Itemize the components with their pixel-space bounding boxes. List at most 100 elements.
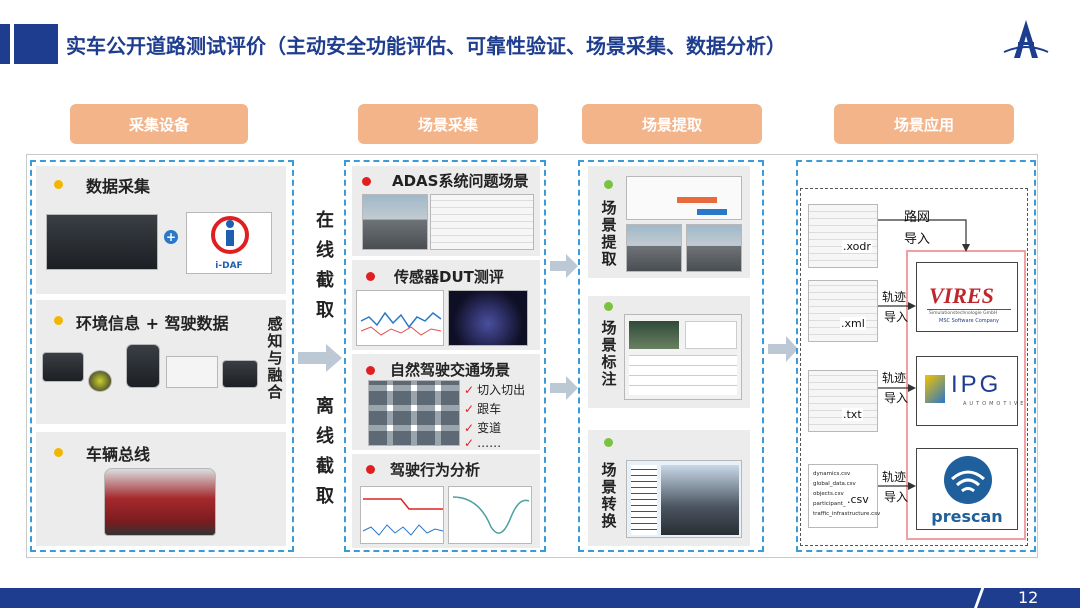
prescan-logo: prescan [931, 507, 1003, 526]
scene-extract-vertical-label: 场景提取 [601, 199, 617, 268]
page-number: 12 [1018, 588, 1039, 607]
driving-behavior-title: 驾驶行为分析 [390, 461, 481, 479]
bullet-dot [362, 177, 371, 186]
behavior-curve-plot [452, 496, 530, 534]
behavior-plot-left [360, 486, 444, 544]
csv-file-item: global_data.csv [813, 481, 856, 487]
arrow-right-icon [550, 254, 578, 278]
bullet-dot [54, 316, 63, 325]
annotate-video [629, 321, 679, 349]
test-vehicle-image [104, 468, 216, 536]
bullet-dot [366, 366, 375, 375]
vehicle-bus-title: 车辆总线 [86, 445, 151, 464]
sensor-box-image [222, 360, 258, 388]
bullet-dot [54, 180, 63, 189]
check-item-label: …… [477, 436, 502, 450]
plus-icon: + [164, 230, 178, 244]
idaf-i-icon [211, 216, 249, 254]
vires-tag-text: MSC Software Company [939, 318, 999, 324]
annotate-plot [685, 321, 737, 349]
adas-scene-title: ADAS系统问题场景 [392, 172, 529, 190]
perception-fusion-vertical-label: 感知与融合 [267, 315, 283, 401]
online-capture-vertical-label: 在线截取 [316, 210, 334, 321]
check-item-label: 跟车 [477, 402, 502, 416]
vires-sub-text: Simulationstechnologie GmbH [929, 311, 998, 316]
trajectory-import-label: 导入 [884, 310, 909, 324]
institute-logo [1003, 20, 1049, 58]
trajectory-import-label: 导入 [884, 391, 909, 405]
convert-3d-view [661, 465, 739, 535]
behavior-line-plot [362, 498, 444, 536]
check-item-cut-in-out: ✓ 切入切出 [464, 383, 526, 397]
environment-driving-title: 环境信息 + 驾驶数据 [76, 314, 229, 333]
extract-front-camera [626, 224, 682, 272]
stage-label-scene-extraction: 场景提取 [582, 104, 762, 144]
ipg-logo-box: IPG AUTOMOTIVE [916, 356, 1023, 426]
check-item-label: 变道 [477, 421, 502, 435]
check-item-follow: ✓ 跟车 [464, 402, 502, 416]
idaf-logo: i-DAF [186, 212, 272, 274]
xml-file-label: .xml [840, 317, 866, 330]
data-logger-image [46, 214, 158, 270]
bullet-dot [366, 465, 375, 474]
behavior-plot-right [448, 486, 532, 544]
bullet-dot [604, 438, 613, 447]
extract-rear-camera [686, 224, 742, 272]
bullet-dot [604, 302, 613, 311]
check-item-lane-change: ✓ 变道 [464, 421, 502, 435]
arrow-right-icon [550, 376, 578, 400]
natural-driving-title: 自然驾驶交通场景 [390, 361, 511, 379]
bullet-dot [366, 272, 375, 281]
road-network-label: 路网 [904, 210, 931, 225]
stage-label-scene-collection: 场景采集 [358, 104, 538, 144]
prescan-logo-box: prescan [916, 448, 1018, 530]
trajectory-import-label: 导入 [884, 490, 909, 504]
sensor-noise-plot [360, 311, 442, 336]
xml-file-stack [808, 280, 878, 342]
scene-convert-vertical-label: 场景转换 [601, 461, 617, 530]
camera-module-image [166, 356, 218, 388]
ipg-logo: IPG [951, 371, 1002, 398]
bullet-dot [54, 448, 63, 457]
data-acquisition-title: 数据采集 [86, 177, 151, 196]
radar-unit-image [42, 352, 84, 382]
sensor-dut-title: 传感器DUT测评 [394, 268, 504, 286]
annotate-software-ui [624, 314, 742, 400]
ui-bar [677, 197, 717, 203]
xodr-file-label: .xodr [842, 240, 872, 253]
csv-file-label: .csv [846, 493, 870, 506]
gnss-antenna-image [88, 370, 112, 392]
lidar-image [126, 344, 160, 388]
scene-thumbnails-grid [368, 380, 460, 446]
arrow-right-icon [768, 336, 798, 362]
trajectory-label: 轨迹 [882, 371, 907, 385]
annotate-table [629, 355, 737, 395]
scene-annotate-vertical-label: 场景标注 [601, 319, 617, 388]
vires-logo: VIRES [929, 283, 994, 308]
csv-file-item: traffic_infrastructure.csv [813, 511, 881, 517]
adas-result-table-image [430, 194, 534, 250]
check-item-label: 切入切出 [477, 383, 526, 397]
footer-bar [0, 588, 1080, 608]
stage-label-collection-equipment: 采集设备 [70, 104, 248, 144]
vires-logo-box: VIRES Simulationstechnologie GmbH MSC So… [916, 262, 1018, 332]
header-accent-block [14, 24, 58, 64]
convert-software-ui [626, 460, 742, 538]
txt-file-label: .txt [842, 408, 863, 421]
txt-file-stack [808, 370, 878, 432]
trajectory-label: 轨迹 [882, 470, 907, 484]
convert-list [631, 465, 657, 535]
csv-file-item: dynamics.csv [813, 471, 851, 477]
trajectory-label: 轨迹 [882, 290, 907, 304]
ipg-mark-icon [925, 375, 945, 403]
offline-capture-vertical-label: 离线截取 [316, 396, 334, 507]
extract-software-ui [626, 176, 742, 220]
check-item-more: ✓…… [464, 436, 502, 450]
ui-button [697, 209, 727, 215]
stage-label-scene-application: 场景应用 [834, 104, 1014, 144]
sensor-plot-image [356, 290, 444, 346]
prescan-wifi-icon [944, 456, 992, 504]
xodr-file-stack [808, 204, 878, 268]
road-network-import-label: 导入 [904, 232, 931, 247]
page-title: 实车公开道路测试评价（主动安全功能评估、可靠性验证、场景采集、数据分析） [66, 34, 786, 58]
